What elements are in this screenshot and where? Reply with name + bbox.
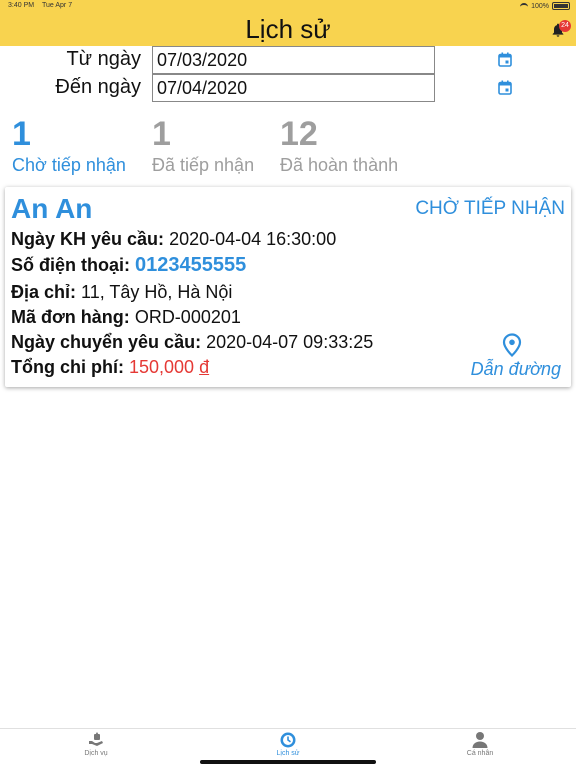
phone-line: Số điện thoại: 0123455555 xyxy=(11,254,246,277)
completed-count: 12 xyxy=(280,115,318,153)
to-date-field[interactable]: 07/04/2020 xyxy=(152,74,435,102)
address-line: Địa chỉ: 11, Tây Hồ, Hà Nội xyxy=(11,282,232,303)
pending-label: Chờ tiếp nhận xyxy=(12,155,126,175)
tab-profile[interactable]: Cá nhân xyxy=(440,731,520,757)
calendar-icon[interactable] xyxy=(498,80,512,95)
tab-profile-label: Cá nhân xyxy=(466,750,494,757)
pending-count: 1 xyxy=(12,115,31,153)
tab-history-label: Lịch sử xyxy=(276,750,300,757)
wifi-icon xyxy=(520,3,529,9)
transfer-date-line: Ngày chuyển yêu cầu: 2020-04-07 09:33:25 xyxy=(11,332,373,353)
accepted-label: Đã tiếp nhận xyxy=(152,155,255,175)
service-icon xyxy=(89,732,103,746)
page-title: Lịch sử xyxy=(245,14,331,44)
home-indicator xyxy=(200,760,376,764)
from-date-label: Từ ngày xyxy=(66,48,141,70)
order-status-badge: CHỜ TIẾP NHẬN xyxy=(415,198,565,219)
total-cost-label: Tổng chi phí: xyxy=(11,357,124,377)
history-screen: 3:40 PM Tue Apr 7 100% Lịch sử 24 Từ ngà… xyxy=(0,0,576,768)
calendar-icon[interactable] xyxy=(498,52,512,67)
phone-link[interactable]: 0123455555 xyxy=(135,254,246,276)
status-time: 3:40 PM xyxy=(8,2,35,9)
tab-service[interactable]: Dịch vụ xyxy=(56,731,136,757)
requested-date-value: 2020-04-04 16:30:00 xyxy=(169,229,337,249)
transfer-date-value: 2020-04-07 09:33:25 xyxy=(206,332,374,352)
status-date: Tue Apr 7 xyxy=(42,2,73,9)
directions-link[interactable]: Dẫn đường xyxy=(471,359,561,380)
requested-date-label: Ngày KH yêu cầu: xyxy=(11,229,165,249)
from-date-field[interactable]: 07/03/2020 xyxy=(152,46,435,74)
location-pin-icon[interactable] xyxy=(501,333,523,357)
order-card[interactable]: An An CHỜ TIẾP NHẬN Ngày KH yêu cầu: 202… xyxy=(5,187,571,387)
tab-completed[interactable]: 12 Đã hoàn thành xyxy=(280,114,398,176)
order-code-label: Mã đơn hàng: xyxy=(11,307,130,327)
order-code-line: Mã đơn hàng: ORD-000201 xyxy=(11,307,241,328)
customer-name: An An xyxy=(11,193,93,224)
total-cost-value: 150,000 đ xyxy=(129,357,209,377)
requested-date-line: Ngày KH yêu cầu: 2020-04-04 16:30:00 xyxy=(11,229,336,250)
transfer-date-label: Ngày chuyển yêu cầu: xyxy=(11,332,202,352)
tab-accepted[interactable]: 1 Đã tiếp nhận xyxy=(152,114,254,176)
total-cost-amount: 150,000 xyxy=(129,357,195,377)
tab-pending[interactable]: 1 Chờ tiếp nhận xyxy=(12,114,126,176)
battery-icon xyxy=(552,2,570,10)
to-date-row: Đến ngày 07/04/2020 xyxy=(0,74,576,102)
app-header: 3:40 PM Tue Apr 7 100% Lịch sử 24 xyxy=(0,0,576,46)
notification-badge: 24 xyxy=(559,20,571,32)
address-value: 11, Tây Hồ, Hà Nội xyxy=(81,282,233,302)
tab-history[interactable]: Lịch sử xyxy=(248,731,328,757)
tab-service-label: Dịch vụ xyxy=(84,750,108,757)
to-date-label: Đến ngày xyxy=(55,76,141,98)
currency-symbol: đ xyxy=(199,357,210,377)
status-indicators: 100% xyxy=(520,2,570,10)
total-cost-line: Tổng chi phí: 150,000 đ xyxy=(11,357,209,378)
address-label: Địa chỉ: xyxy=(11,282,77,302)
person-icon xyxy=(472,732,488,748)
history-icon xyxy=(280,732,296,748)
accepted-count: 1 xyxy=(152,115,171,153)
battery-percent: 100% xyxy=(531,2,549,10)
completed-label: Đã hoàn thành xyxy=(280,155,399,175)
order-code-value: ORD-000201 xyxy=(134,307,241,327)
from-date-row: Từ ngày 07/03/2020 xyxy=(0,46,576,74)
phone-label: Số điện thoại: xyxy=(11,255,130,275)
